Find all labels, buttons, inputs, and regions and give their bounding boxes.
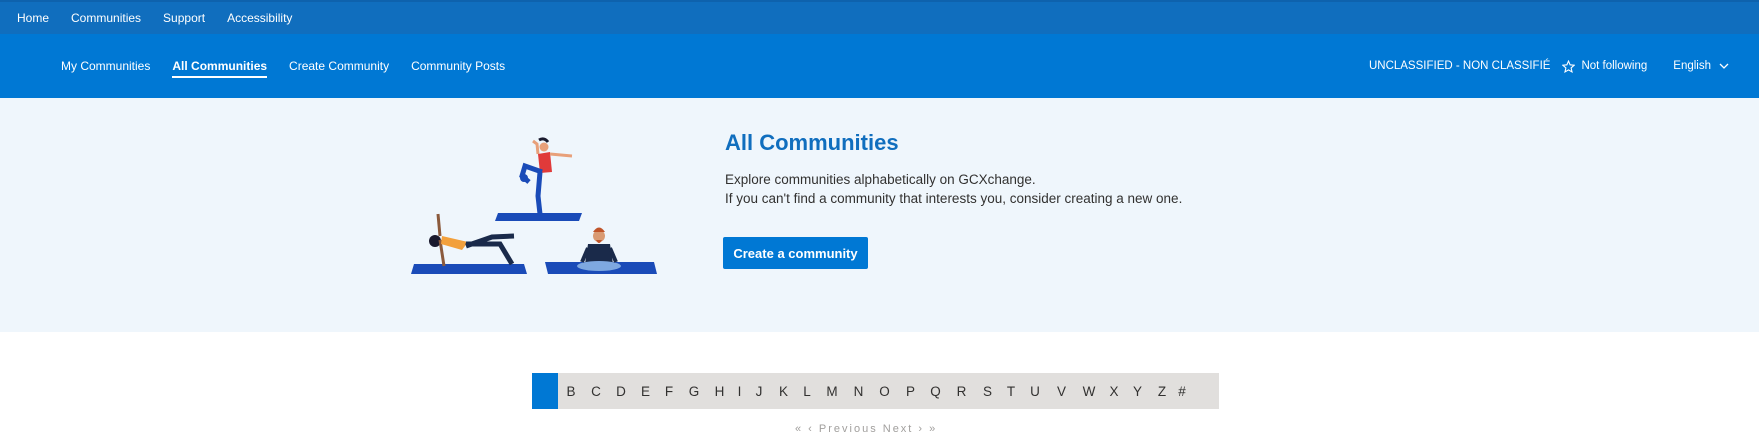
alphabet-letter-c[interactable]: C — [584, 384, 608, 399]
nav-community-posts[interactable]: Community Posts — [411, 59, 505, 73]
site-nav: My Communities All Communities Create Co… — [61, 34, 527, 98]
alphabet-letter-l[interactable]: L — [796, 384, 818, 399]
nav-create-community[interactable]: Create Community — [289, 59, 389, 73]
alphabet-letter-o[interactable]: O — [871, 384, 898, 399]
alphabet-letter-r[interactable]: R — [948, 384, 975, 399]
alphabet-letter-s[interactable]: S — [975, 384, 1000, 399]
page-title: All Communities — [725, 130, 899, 155]
alphabet-letter-i[interactable]: I — [732, 384, 747, 399]
nav-my-communities[interactable]: My Communities — [61, 59, 150, 73]
top-nav-communities[interactable]: Communities — [71, 11, 141, 25]
site-header: My Communities All Communities Create Co… — [0, 34, 1759, 98]
top-nav-accessibility[interactable]: Accessibility — [227, 11, 292, 25]
alphabet-letter-z[interactable]: Z — [1150, 384, 1174, 399]
top-nav-home[interactable]: Home — [17, 11, 49, 25]
alphabet-letter-y[interactable]: Y — [1125, 384, 1150, 399]
hero-description-line-2: If you can't find a community that inter… — [725, 191, 1183, 206]
star-icon — [1562, 59, 1576, 73]
alphabet-letter-h[interactable]: H — [707, 384, 732, 399]
global-top-bar: Home Communities Support Accessibility — [0, 0, 1759, 34]
hero-description-line-1: Explore communities alphabetically on GC… — [725, 172, 1036, 187]
follow-label: Not following — [1581, 60, 1648, 72]
language-selector[interactable]: English — [1673, 60, 1729, 72]
alphabet-letter-u[interactable]: U — [1022, 384, 1048, 399]
create-community-button[interactable]: Create a community — [723, 237, 868, 269]
alphabet-letter-g[interactable]: G — [681, 384, 707, 399]
alphabet-letter-w[interactable]: W — [1075, 384, 1103, 399]
alphabet-letter-p[interactable]: P — [898, 384, 923, 399]
alphabet-letter-v[interactable]: V — [1048, 384, 1075, 399]
alphabet-letter-hash[interactable]: # — [1174, 384, 1190, 399]
alphabet-letter-n[interactable]: N — [846, 384, 871, 399]
follow-button[interactable]: Not following — [1562, 59, 1648, 73]
top-nav-support[interactable]: Support — [163, 11, 205, 25]
language-label: English — [1673, 60, 1711, 72]
header-tools: UNCLASSIFIED - NON CLASSIFIÉ Not followi… — [1369, 34, 1729, 98]
alphabet-letter-b[interactable]: B — [558, 384, 584, 399]
alphabet-letter-k[interactable]: K — [771, 384, 796, 399]
alphabet-letter-selected[interactable] — [532, 373, 558, 409]
nav-all-communities[interactable]: All Communities — [172, 59, 267, 78]
classification-label: UNCLASSIFIED - NON CLASSIFIÉ — [1368, 60, 1551, 72]
alphabet-letter-e[interactable]: E — [634, 384, 657, 399]
chevron-down-icon — [1719, 63, 1729, 69]
alphabet-letter-q[interactable]: Q — [923, 384, 948, 399]
alphabet-letter-m[interactable]: M — [818, 384, 846, 399]
pagination[interactable]: « ‹ Previous Next › » — [795, 423, 937, 435]
hero-banner: All Communities Explore communities alph… — [0, 98, 1759, 332]
hero-text: All Communities Explore communities alph… — [725, 130, 1182, 208]
alphabet-letter-d[interactable]: D — [608, 384, 634, 399]
alphabet-filter: B C D E F G H I J K L M N O P Q R S T U V W X Y Z # — [532, 373, 1219, 409]
alphabet-letter-j[interactable]: J — [747, 384, 771, 399]
alphabet-letter-x[interactable]: X — [1103, 384, 1125, 399]
yoga-illustration — [411, 137, 657, 274]
alphabet-letter-t[interactable]: T — [1000, 384, 1022, 399]
alphabet-letter-f[interactable]: F — [657, 384, 681, 399]
